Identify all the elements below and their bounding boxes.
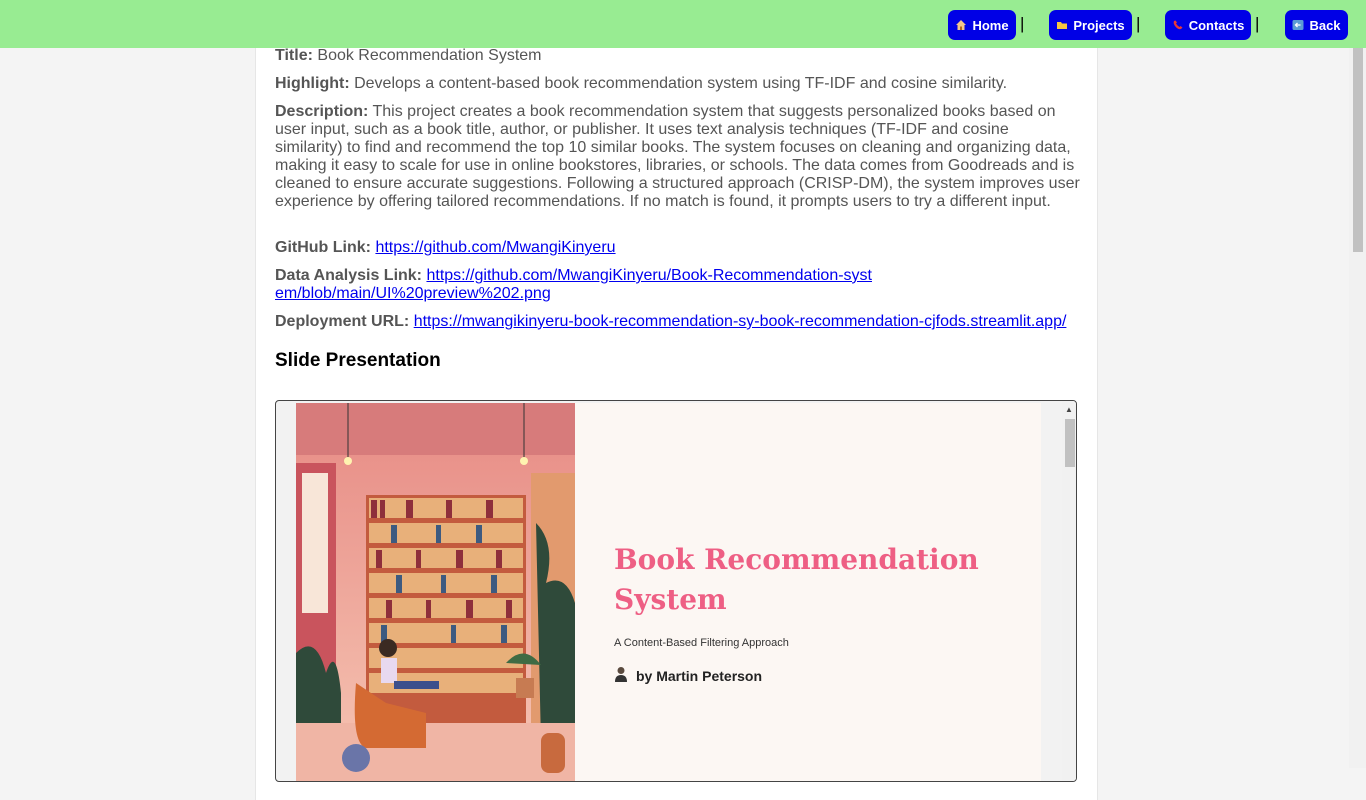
library-illustration: [296, 403, 575, 781]
contacts-button[interactable]: Contacts: [1165, 10, 1251, 40]
title-label: Title:: [275, 47, 313, 64]
github-link[interactable]: https://github.com/MwangiKinyeru: [375, 239, 615, 256]
deployment-row: Deployment URL: https://mwangikinyeru-bo…: [275, 313, 1080, 331]
slide-scrollbar[interactable]: ▲: [1062, 401, 1076, 781]
projects-button-label: Projects: [1073, 17, 1125, 33]
slide-subtitle: A Content-Based Filtering Approach: [614, 637, 789, 649]
nav-separator: |: [1136, 14, 1141, 33]
description-label: Description:: [275, 103, 369, 120]
github-row: GitHub Link: https://github.com/MwangiKi…: [275, 239, 1080, 257]
deployment-label: Deployment URL:: [275, 313, 410, 330]
page-scrollbar[interactable]: [1349, 48, 1366, 768]
nav-separator: |: [1255, 14, 1260, 33]
slide-scrollbar-thumb[interactable]: [1065, 419, 1075, 467]
person-icon: [614, 666, 628, 685]
home-button[interactable]: Home: [948, 10, 1016, 40]
description-row: Description: This project creates a book…: [275, 103, 1080, 211]
contacts-button-label: Contacts: [1188, 17, 1245, 33]
back-button-label: Back: [1309, 17, 1341, 33]
telephone-icon: [1172, 19, 1184, 31]
highlight-value: Develops a content-based book recommenda…: [354, 75, 1008, 92]
github-label: GitHub Link:: [275, 239, 371, 256]
home-button-label: Home: [972, 17, 1009, 33]
title-row: Title: Book Recommendation System: [275, 47, 1080, 65]
slide-author-text: by Martin Peterson: [636, 667, 763, 684]
description-value: This project creates a book recommendati…: [275, 103, 1080, 210]
slide-embed[interactable]: Book Recommendation System A Content-Bas…: [275, 400, 1077, 782]
slide-page: Book Recommendation System A Content-Bas…: [296, 403, 1041, 781]
slide-author: by Martin Peterson: [614, 666, 762, 685]
back-button[interactable]: Back: [1285, 10, 1348, 40]
back-arrow-icon: [1292, 19, 1304, 31]
title-value: Book Recommendation System: [317, 47, 542, 64]
page-scrollbar-thumb[interactable]: [1353, 48, 1363, 252]
projects-button[interactable]: Projects: [1049, 10, 1132, 40]
analysis-label: Data Analysis Link:: [275, 267, 423, 284]
analysis-row: Data Analysis Link: https://github.com/M…: [275, 267, 875, 303]
highlight-row: Highlight: Develops a content-based book…: [275, 75, 1080, 93]
deployment-link[interactable]: https://mwangikinyeru-book-recommendatio…: [414, 313, 1067, 330]
highlight-label: Highlight:: [275, 75, 350, 92]
folder-icon: [1056, 19, 1068, 31]
scroll-up-arrow-icon[interactable]: ▲: [1065, 405, 1073, 414]
nav-separator: |: [1020, 14, 1025, 33]
house-icon: [955, 19, 967, 31]
slide-title: Book Recommendation System: [614, 543, 979, 616]
slide-presentation-heading: Slide Presentation: [275, 350, 441, 371]
top-navbar: Home | Projects | Contacts | Back: [0, 0, 1366, 48]
